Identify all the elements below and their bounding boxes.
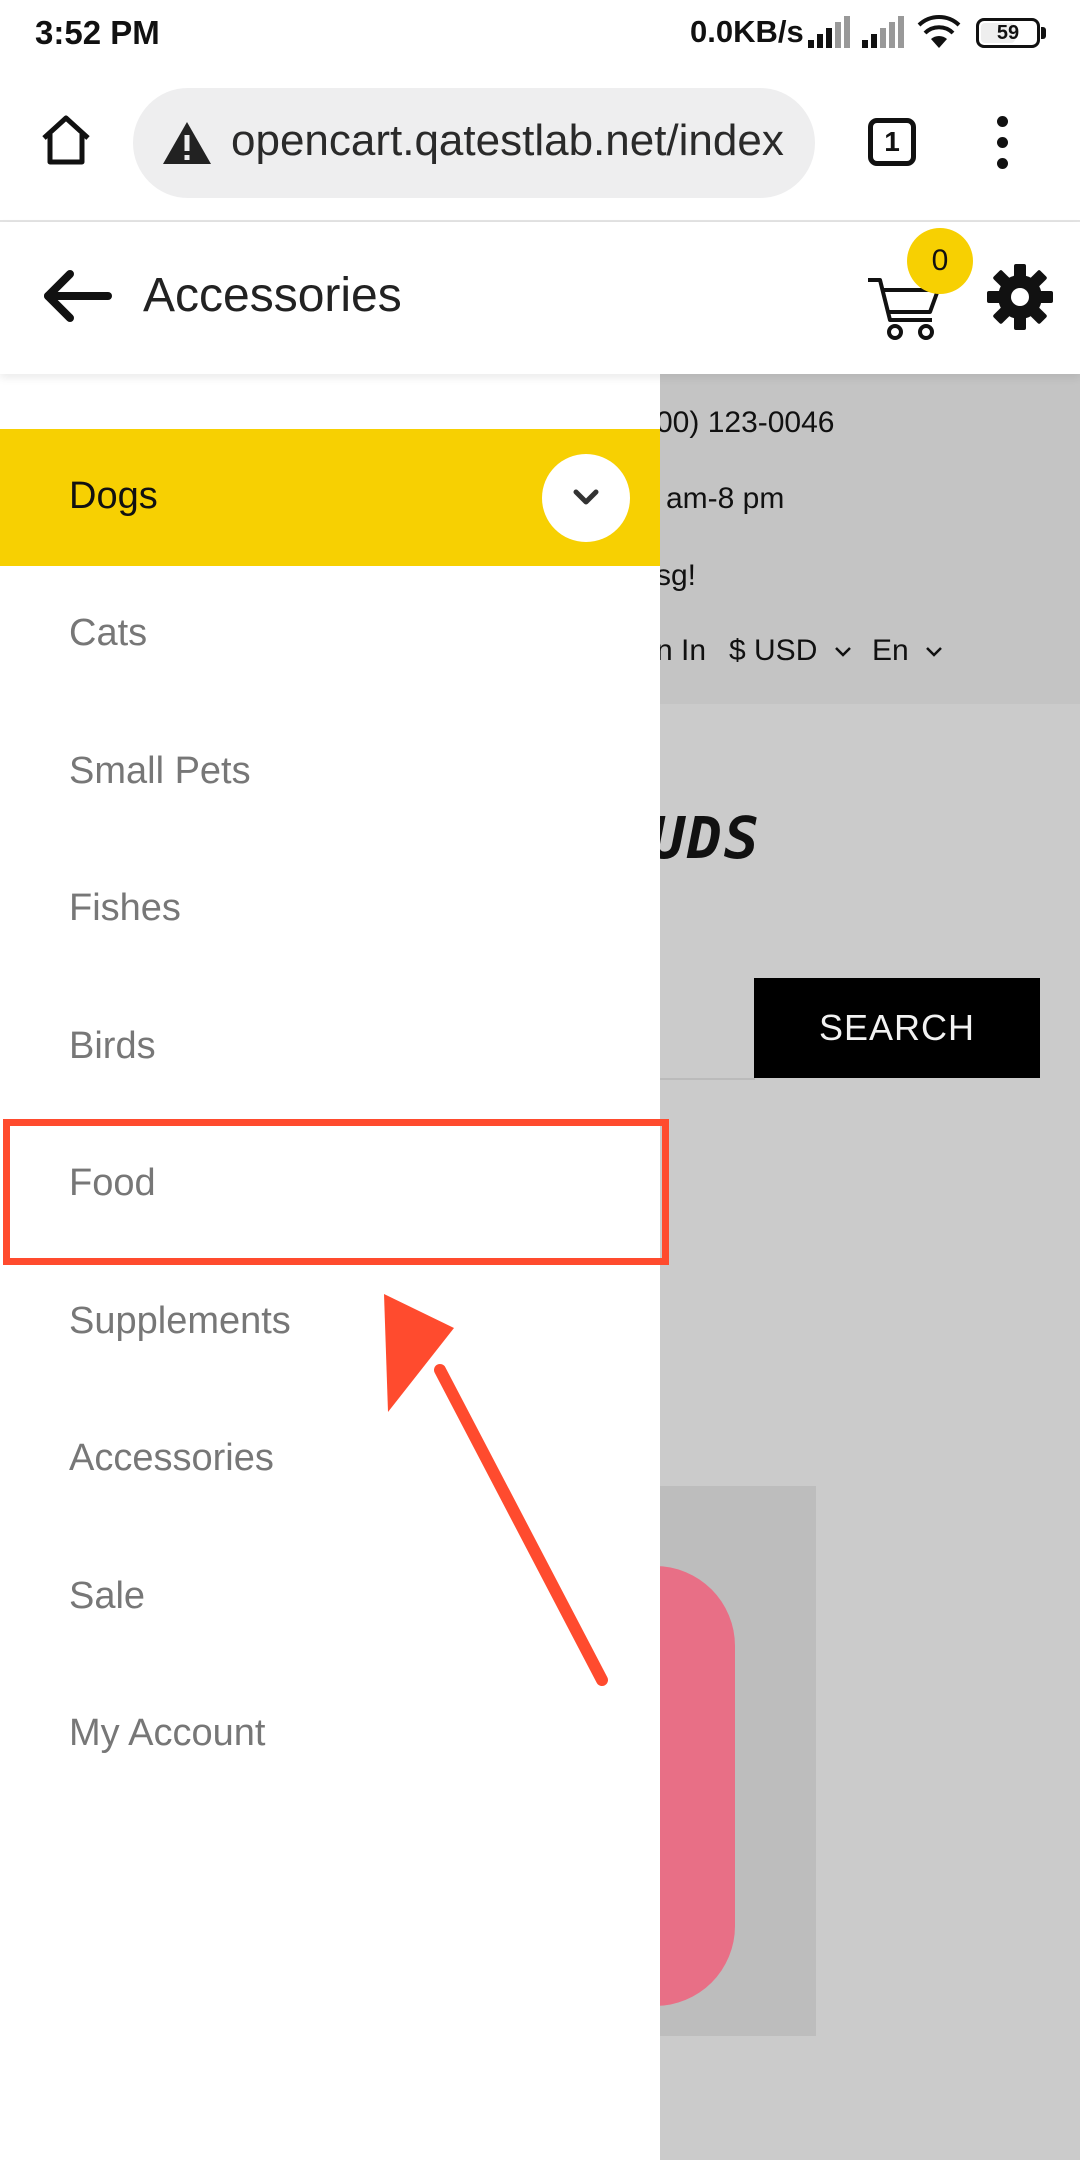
signal-icon bbox=[808, 16, 850, 48]
currency-selector[interactable]: $ USD bbox=[729, 634, 852, 668]
url-text[interactable]: opencart.qatestlab.net/index bbox=[231, 116, 784, 166]
drawer-item-cats[interactable]: Cats bbox=[0, 566, 660, 703]
store-message: sg! bbox=[656, 559, 697, 592]
home-icon[interactable] bbox=[36, 110, 96, 170]
site-header: Accessories 0 bbox=[0, 222, 1080, 374]
expand-button[interactable] bbox=[542, 454, 630, 542]
highlight-box bbox=[3, 1119, 669, 1265]
store-phone: 00) 123-0046 bbox=[656, 406, 835, 439]
tab-switcher-button[interactable]: 1 bbox=[868, 118, 916, 166]
chevron-down-icon bbox=[573, 489, 599, 505]
gear-icon[interactable] bbox=[985, 262, 1055, 332]
product-image[interactable] bbox=[655, 1486, 816, 2036]
signal-icon-2 bbox=[862, 16, 904, 48]
browser-menu-icon[interactable] bbox=[990, 116, 1014, 174]
url-bar[interactable]: opencart.qatestlab.net/index bbox=[133, 88, 815, 198]
drawer-item-label: Accessories bbox=[69, 1437, 274, 1479]
page-title: Accessories bbox=[143, 269, 402, 322]
status-time: 3:52 PM bbox=[35, 14, 160, 51]
drawer-item-label: Birds bbox=[69, 1025, 156, 1067]
chevron-down-icon bbox=[834, 647, 851, 657]
drawer-item-label: Dogs bbox=[69, 475, 158, 517]
product-sweater-graphic bbox=[655, 1566, 735, 2006]
drawer-item-label: Sale bbox=[69, 1575, 146, 1617]
back-arrow-icon[interactable] bbox=[40, 266, 112, 326]
wifi-icon bbox=[917, 15, 961, 48]
drawer-item-label: My Account bbox=[69, 1712, 266, 1754]
store-logo[interactable]: UDS bbox=[650, 804, 761, 872]
warning-icon[interactable] bbox=[161, 120, 213, 166]
search-input[interactable] bbox=[655, 978, 755, 1080]
battery-icon: 59 bbox=[976, 18, 1040, 48]
browser-toolbar: opencart.qatestlab.net/index 1 bbox=[0, 66, 1080, 222]
category-drawer: Dogs Cats Small Pets Fishes Birds Food S… bbox=[0, 374, 660, 2160]
status-bar: 3:52 PM 0.0KB/s 59 bbox=[0, 0, 1080, 66]
network-speed: 0.0KB/s bbox=[690, 14, 804, 49]
chevron-down-icon bbox=[926, 647, 942, 657]
drawer-item-dogs[interactable]: Dogs bbox=[0, 429, 660, 566]
search-button[interactable]: SEARCH bbox=[754, 978, 1040, 1078]
store-hours: am-8 pm bbox=[666, 482, 785, 515]
sign-in-link[interactable]: n In bbox=[656, 634, 706, 668]
drawer-item-label: Small Pets bbox=[69, 750, 251, 792]
cart-count-badge[interactable]: 0 bbox=[907, 228, 973, 294]
language-selector[interactable]: En bbox=[872, 634, 943, 668]
drawer-item-label: Fishes bbox=[69, 887, 181, 929]
drawer-item-small-pets[interactable]: Small Pets bbox=[0, 704, 660, 841]
pointer-arrow-icon bbox=[384, 1294, 608, 1686]
battery-text: 59 bbox=[996, 22, 1020, 44]
drawer-item-label: Cats bbox=[69, 612, 148, 654]
battery-cap bbox=[1041, 27, 1046, 39]
language-label: En bbox=[872, 634, 909, 667]
currency-label: $ USD bbox=[729, 634, 818, 667]
drawer-item-label: Supplements bbox=[69, 1300, 291, 1342]
drawer-item-fishes[interactable]: Fishes bbox=[0, 841, 660, 978]
drawer-item-birds[interactable]: Birds bbox=[0, 979, 660, 1116]
